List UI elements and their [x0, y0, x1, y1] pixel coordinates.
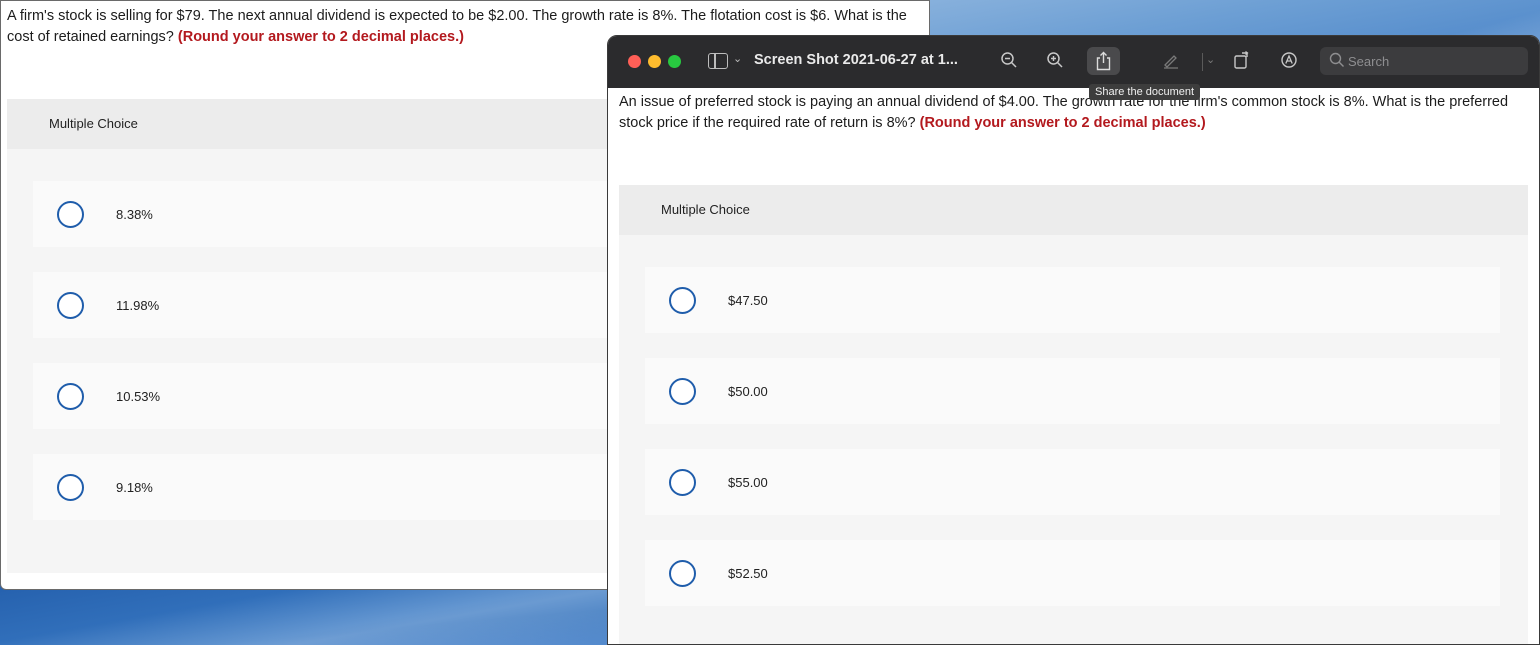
- rotate-icon[interactable]: [1233, 50, 1251, 75]
- multiple-choice-label: Multiple Choice: [49, 116, 138, 131]
- answer-label: 9.18%: [116, 480, 153, 495]
- document-title: Screen Shot 2021-06-27 at 1...: [754, 52, 958, 68]
- round-instruction: (Round your answer to 2 decimal places.): [919, 115, 1206, 131]
- toolbar-divider: [1202, 53, 1203, 71]
- answer-label: 10.53%: [116, 389, 161, 404]
- fullscreen-button[interactable]: [668, 55, 681, 68]
- close-button[interactable]: [628, 55, 641, 68]
- zoom-out-icon[interactable]: [1000, 51, 1018, 74]
- annotate-icon[interactable]: [1280, 51, 1298, 74]
- answer-label: $47.50: [728, 293, 768, 308]
- minimize-button[interactable]: [648, 55, 661, 68]
- markup-pen-icon[interactable]: [1162, 51, 1180, 74]
- round-instruction: (Round your answer to 2 decimal places.): [177, 29, 464, 45]
- answer-label: 8.38%: [116, 207, 153, 222]
- radio-button[interactable]: [57, 383, 84, 410]
- multiple-choice-label: Multiple Choice: [661, 202, 750, 217]
- search-field[interactable]: [1320, 47, 1528, 75]
- sidebar-icon[interactable]: [708, 53, 728, 69]
- answer-option-4[interactable]: $52.50: [645, 540, 1500, 606]
- radio-button[interactable]: [57, 201, 84, 228]
- answer-option-2[interactable]: $50.00: [645, 358, 1500, 424]
- title-bar: ⌄ Screen Shot 2021-06-27 at 1... ⌄: [608, 36, 1539, 88]
- share-button[interactable]: [1087, 47, 1120, 75]
- multiple-choice-header: Multiple Choice: [619, 185, 1528, 235]
- radio-button[interactable]: [669, 560, 696, 587]
- radio-button[interactable]: [57, 292, 84, 319]
- radio-button[interactable]: [57, 474, 84, 501]
- share-tooltip: Share the document: [1089, 84, 1201, 100]
- answer-option-3[interactable]: $55.00: [645, 449, 1500, 515]
- chevron-down-icon[interactable]: ⌄: [733, 52, 742, 65]
- radio-button[interactable]: [669, 287, 696, 314]
- answer-option-1[interactable]: $47.50: [645, 267, 1500, 333]
- radio-button[interactable]: [669, 469, 696, 496]
- multiple-choice-panel: Multiple Choice $47.50 $50.00 $55.00 $52…: [619, 185, 1528, 644]
- answer-label: 11.98%: [116, 298, 160, 313]
- radio-button[interactable]: [669, 378, 696, 405]
- question-text: An issue of preferred stock is paying an…: [619, 92, 1531, 134]
- share-icon: [1095, 51, 1112, 76]
- preview-window: ⌄ Screen Shot 2021-06-27 at 1... ⌄ Searc…: [607, 35, 1540, 645]
- answer-label: $52.50: [728, 566, 768, 581]
- answer-label: $55.00: [728, 475, 768, 490]
- chevron-down-icon[interactable]: ⌄: [1206, 51, 1215, 69]
- search-icon: [1329, 52, 1345, 73]
- search-input[interactable]: [1348, 47, 1523, 75]
- zoom-in-icon[interactable]: [1046, 51, 1064, 74]
- answer-label: $50.00: [728, 384, 768, 399]
